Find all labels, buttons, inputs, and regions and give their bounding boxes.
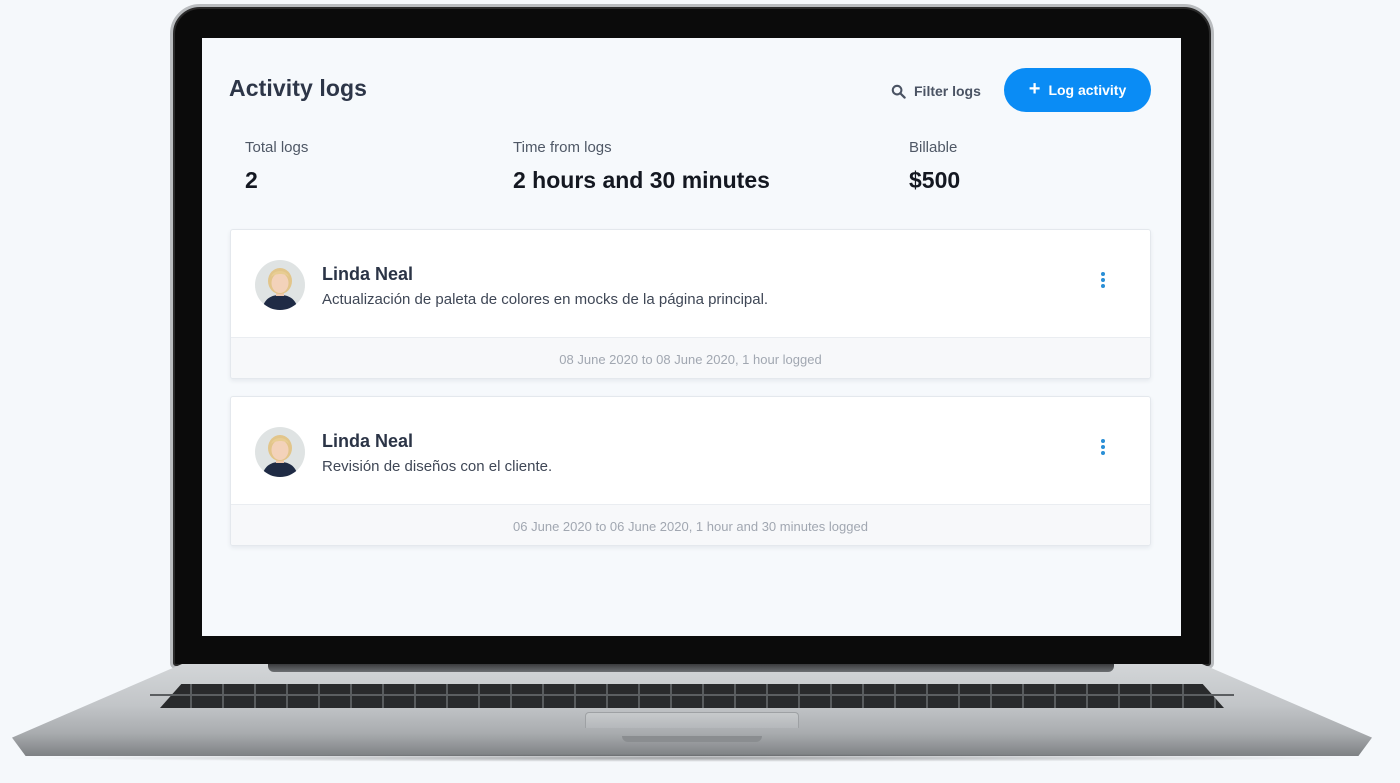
app-screen: Activity logs Filter logs + Log activity… <box>202 38 1181 636</box>
user-name: Linda Neal <box>322 431 414 451</box>
stat-value: $500 <box>909 167 961 193</box>
log-card-body: Linda Neal Actualización de paleta de co… <box>231 230 1150 337</box>
more-dot <box>1101 272 1105 276</box>
more-dot <box>1101 284 1105 288</box>
stat-total-logs: Total logs 2 <box>245 139 308 194</box>
stat-label: Billable <box>909 139 958 156</box>
laptop-shadow <box>20 754 1364 762</box>
search-icon <box>891 84 906 99</box>
laptop-keyboard <box>160 684 1224 708</box>
log-activity-button[interactable]: + Log activity <box>1004 68 1151 112</box>
stat-value: 2 <box>245 167 258 193</box>
log-description: Revisión de diseños con el cliente. <box>322 458 553 475</box>
stat-label: Total logs <box>245 139 309 156</box>
filter-logs-button[interactable]: Filter logs <box>891 80 981 102</box>
more-dot <box>1101 439 1105 443</box>
log-activity-label: Log activity <box>1048 82 1127 98</box>
more-vertical-icon[interactable] <box>1096 437 1110 457</box>
log-card: Linda Neal Revisión de diseños con el cl… <box>230 396 1151 546</box>
filter-logs-label: Filter logs <box>914 83 981 99</box>
laptop-trackpad <box>585 712 799 728</box>
user-name: Linda Neal <box>322 264 414 284</box>
keyboard-divider <box>150 694 1234 696</box>
log-card-body: Linda Neal Revisión de diseños con el cl… <box>231 397 1150 504</box>
more-dot <box>1101 451 1105 455</box>
avatar <box>255 260 305 310</box>
laptop-base-lip <box>622 736 762 742</box>
log-card: Linda Neal Actualización de paleta de co… <box>230 229 1151 379</box>
plus-icon: + <box>1028 78 1041 100</box>
log-description: Actualización de paleta de colores en mo… <box>322 291 769 308</box>
log-card-footer: 08 June 2020 to 08 June 2020, 1 hour log… <box>231 337 1150 378</box>
laptop-hinge <box>268 664 1114 672</box>
log-card-footer: 06 June 2020 to 06 June 2020, 1 hour and… <box>231 504 1150 545</box>
more-dot <box>1101 445 1105 449</box>
more-vertical-icon[interactable] <box>1096 270 1110 290</box>
more-dot <box>1101 278 1105 282</box>
avatar <box>255 427 305 477</box>
stat-value: 2 hours and 30 minutes <box>513 167 770 193</box>
laptop-base <box>12 664 1372 756</box>
stat-label: Time from logs <box>513 139 612 156</box>
page-title: Activity logs <box>229 75 368 101</box>
stat-time-from-logs: Time from logs 2 hours and 30 minutes <box>513 139 770 194</box>
stat-billable: Billable $500 <box>909 139 960 194</box>
